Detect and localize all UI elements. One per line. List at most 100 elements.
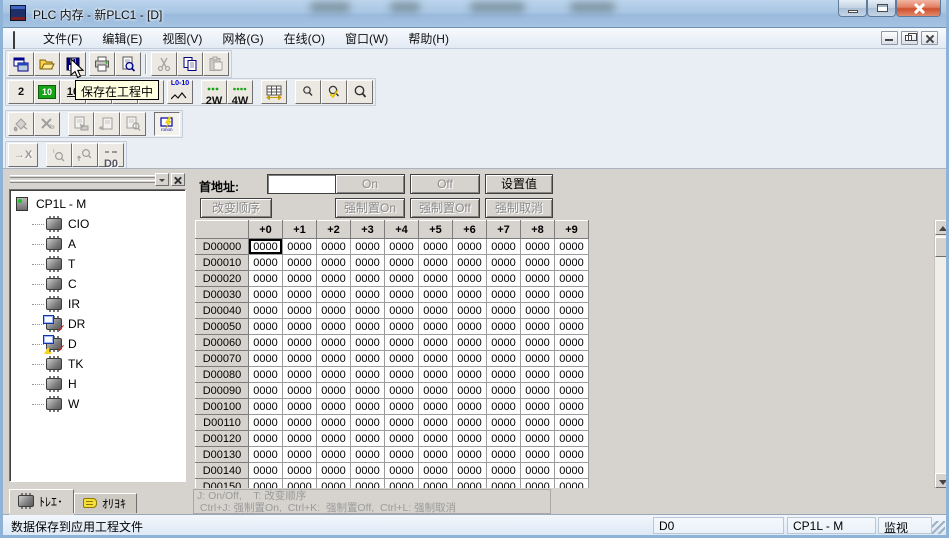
row-header[interactable]: D00060 bbox=[196, 335, 249, 351]
memory-cell[interactable]: 0000 bbox=[453, 447, 487, 463]
memory-cell[interactable]: 0000 bbox=[317, 415, 351, 431]
memory-cell[interactable]: 0000 bbox=[453, 383, 487, 399]
force-off-button[interactable]: 强制置Off bbox=[410, 198, 480, 218]
memory-cell[interactable]: 0000 bbox=[453, 479, 487, 489]
paste-button[interactable] bbox=[203, 52, 229, 76]
col-header[interactable]: +1 bbox=[283, 221, 317, 239]
transfer-from-plc-button[interactable] bbox=[94, 112, 120, 136]
memory-cell[interactable]: 0000 bbox=[487, 383, 521, 399]
binary-display-button[interactable]: 2 bbox=[8, 80, 34, 104]
force-on-button[interactable]: 强制置On bbox=[335, 198, 405, 218]
memory-cell[interactable]: 0000 bbox=[351, 319, 385, 335]
memory-cell[interactable]: 0000 bbox=[419, 271, 453, 287]
tree-root-cp1l-m[interactable]: CP1L - M bbox=[10, 194, 185, 214]
memory-cell[interactable]: 0000 bbox=[317, 287, 351, 303]
memory-cell[interactable]: 0000 bbox=[521, 255, 555, 271]
memory-cell[interactable]: 0000 bbox=[249, 287, 283, 303]
memory-cell[interactable]: 0000 bbox=[283, 399, 317, 415]
mdi-minimize-button[interactable] bbox=[881, 31, 898, 45]
memory-cell[interactable]: 0000 bbox=[317, 303, 351, 319]
memory-cell[interactable]: 0000 bbox=[351, 351, 385, 367]
memory-cell[interactable]: 0000 bbox=[521, 399, 555, 415]
memory-cell[interactable]: 0000 bbox=[249, 367, 283, 383]
memory-cell[interactable]: 0000 bbox=[351, 479, 385, 489]
memory-cell[interactable]: 0000 bbox=[487, 255, 521, 271]
trend-monitor-button[interactable]: L0-10 bbox=[167, 80, 193, 104]
memory-cell[interactable]: 0000 bbox=[419, 239, 453, 255]
mdi-restore-button[interactable] bbox=[901, 31, 918, 45]
open-button[interactable] bbox=[34, 52, 60, 76]
memory-cell[interactable]: 0000 bbox=[351, 303, 385, 319]
col-header[interactable]: +4 bbox=[385, 221, 419, 239]
memory-cell[interactable]: 0000 bbox=[419, 351, 453, 367]
memory-cell[interactable]: 0000 bbox=[249, 351, 283, 367]
memory-cell[interactable]: 0000 bbox=[385, 383, 419, 399]
memory-cell[interactable]: 0000 bbox=[385, 351, 419, 367]
memory-cell[interactable]: 0000 bbox=[385, 479, 419, 489]
memory-cell[interactable]: 0000 bbox=[521, 431, 555, 447]
tree-item-h[interactable]: H bbox=[10, 374, 185, 394]
memory-cell[interactable]: 0000 bbox=[351, 399, 385, 415]
memory-cell[interactable]: 0000 bbox=[249, 463, 283, 479]
memory-cell[interactable]: 0000 bbox=[283, 319, 317, 335]
memory-cell[interactable]: 0000 bbox=[555, 319, 589, 335]
memory-cell[interactable]: 0000 bbox=[419, 383, 453, 399]
memory-cell[interactable]: 0000 bbox=[385, 447, 419, 463]
menu-edit[interactable]: 编辑(E) bbox=[92, 28, 152, 49]
memory-cell[interactable]: 0000 bbox=[521, 383, 555, 399]
memory-cell[interactable]: 0000 bbox=[419, 287, 453, 303]
memory-cell[interactable]: 0000 bbox=[555, 447, 589, 463]
new-view-button[interactable] bbox=[8, 52, 34, 76]
memory-cell[interactable]: 0000 bbox=[351, 239, 385, 255]
memory-cell[interactable]: 0000 bbox=[385, 255, 419, 271]
memory-cell[interactable]: 0000 bbox=[419, 415, 453, 431]
col-header[interactable]: +3 bbox=[351, 221, 385, 239]
memory-cell[interactable]: 0000 bbox=[487, 415, 521, 431]
tree-item-a[interactable]: A bbox=[10, 234, 185, 254]
memory-cell[interactable]: 0000 bbox=[249, 303, 283, 319]
memory-cell[interactable]: 0000 bbox=[385, 335, 419, 351]
tree-item-c[interactable]: C bbox=[10, 274, 185, 294]
memory-cell[interactable]: 0000 bbox=[283, 447, 317, 463]
memory-cell[interactable]: 0000 bbox=[521, 415, 555, 431]
memory-cell[interactable]: 0000 bbox=[487, 367, 521, 383]
memory-cell[interactable]: 0000 bbox=[283, 383, 317, 399]
row-header[interactable]: D00090 bbox=[196, 383, 249, 399]
decimal-display-button[interactable]: 10 bbox=[34, 80, 60, 104]
memory-cell[interactable]: 0000 bbox=[385, 271, 419, 287]
memory-cell[interactable]: 0000 bbox=[317, 319, 351, 335]
memory-cell[interactable]: 0000 bbox=[317, 463, 351, 479]
four-word-button[interactable]: 4W bbox=[227, 80, 253, 104]
memory-cell[interactable]: 0000 bbox=[283, 287, 317, 303]
zoom-out-button[interactable] bbox=[295, 80, 321, 104]
memory-cell[interactable]: 0000 bbox=[521, 479, 555, 489]
memory-cell[interactable]: 0000 bbox=[249, 239, 283, 255]
scroll-up-button[interactable] bbox=[935, 220, 949, 235]
row-header[interactable]: D00110 bbox=[196, 415, 249, 431]
col-header[interactable]: +9 bbox=[555, 221, 589, 239]
memory-cell[interactable]: 0000 bbox=[283, 415, 317, 431]
tree-item-tk[interactable]: TK bbox=[10, 354, 185, 374]
memory-cell[interactable]: 0000 bbox=[385, 239, 419, 255]
memory-cell[interactable]: 0000 bbox=[453, 399, 487, 415]
memory-cell[interactable]: 0000 bbox=[317, 367, 351, 383]
memory-cell[interactable]: 0000 bbox=[283, 335, 317, 351]
row-header[interactable]: D00150 bbox=[196, 479, 249, 489]
row-header[interactable]: D00130 bbox=[196, 447, 249, 463]
row-header[interactable]: D00030 bbox=[196, 287, 249, 303]
dock-panel-header[interactable] bbox=[8, 173, 186, 187]
col-header[interactable]: +6 bbox=[453, 221, 487, 239]
memory-cell[interactable]: 0000 bbox=[487, 399, 521, 415]
memory-cell[interactable]: 0000 bbox=[453, 415, 487, 431]
memory-cell[interactable]: 0000 bbox=[555, 239, 589, 255]
memory-cell[interactable]: 0000 bbox=[487, 303, 521, 319]
memory-cell[interactable]: 0000 bbox=[419, 399, 453, 415]
col-header[interactable]: +7 bbox=[487, 221, 521, 239]
memory-cell[interactable]: 0000 bbox=[453, 303, 487, 319]
close-button[interactable] bbox=[896, 0, 941, 17]
memory-cell[interactable]: 0000 bbox=[453, 255, 487, 271]
memory-cell[interactable]: 0000 bbox=[419, 479, 453, 489]
memory-cell[interactable]: 0000 bbox=[317, 239, 351, 255]
memory-cell[interactable]: 0000 bbox=[317, 271, 351, 287]
copy-button[interactable] bbox=[177, 52, 203, 76]
